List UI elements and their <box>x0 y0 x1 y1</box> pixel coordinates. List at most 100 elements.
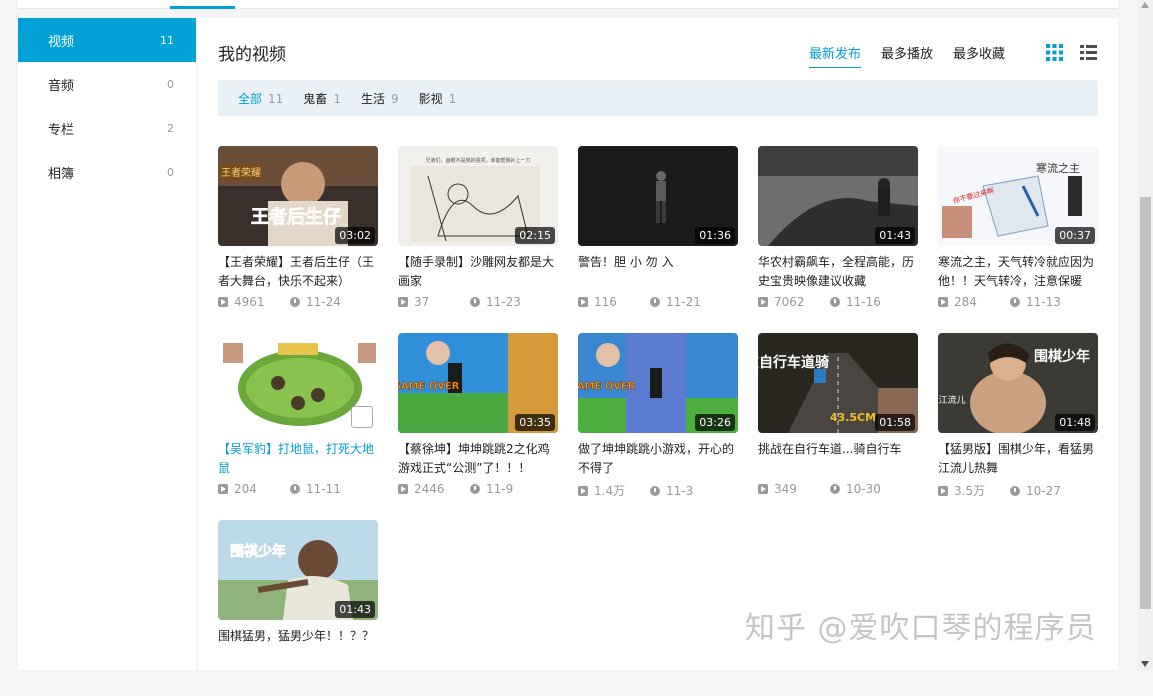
video-thumbnail[interactable]: 围棋少年 01:43 <box>218 520 378 620</box>
sidebar-item-audio[interactable]: 音频 0 <box>18 62 196 106</box>
filter-label: 影视 <box>418 91 443 106</box>
play-count-icon <box>578 297 588 307</box>
clock-icon <box>290 484 300 494</box>
play-count: 204 <box>234 482 257 496</box>
play-count-icon <box>938 485 948 496</box>
video-thumbnail[interactable]: 兄弟们，画眼不是我的强项，谁能帮我补上一刀 02:15 <box>398 146 558 246</box>
play-count-icon <box>758 484 768 494</box>
upload-date: 11-21 <box>666 295 701 309</box>
sidebar-item-article[interactable]: 专栏 2 <box>18 106 196 150</box>
sidebar-item-label: 专栏 <box>48 122 75 138</box>
play-count: 7062 <box>774 295 805 309</box>
filter-life[interactable]: 生活 9 <box>361 90 399 107</box>
filter-label: 鬼畜 <box>303 91 328 106</box>
video-title[interactable]: 【王者荣耀】王者后生仔（王者大舞台，快乐不起来） <box>218 253 378 291</box>
filter-film[interactable]: 影视 1 <box>419 90 457 107</box>
grid-icon[interactable] <box>1046 44 1063 61</box>
video-duration: 03:35 <box>515 414 555 431</box>
play-count: 284 <box>954 295 977 309</box>
video-thumbnail[interactable]: 寒流之主 你不要过来啊 00:37 <box>938 146 1098 246</box>
video-thumbnail[interactable]: 01:43 <box>758 146 918 246</box>
upload-date: 11-24 <box>306 295 341 309</box>
sort-latest[interactable]: 最新发布 <box>809 43 862 68</box>
thumbnail-caption: GAME OVER <box>578 381 636 392</box>
video-duration: 01:48 <box>1055 414 1095 431</box>
sidebar-item-label: 音频 <box>48 78 75 94</box>
clock-icon <box>1010 297 1020 307</box>
clock-icon <box>1010 485 1020 496</box>
thumbnail-caption: 围棋少年 <box>1034 348 1090 365</box>
list-icon[interactable] <box>1080 44 1097 61</box>
play-count-icon <box>218 297 228 307</box>
filter-count: 1 <box>448 91 457 106</box>
scroll-up-icon[interactable] <box>1141 2 1149 8</box>
sort-most-played[interactable]: 最多播放 <box>881 43 933 68</box>
video-thumbnail[interactable]: 挑战在自行车道骑 43.5CM 01:58 <box>758 333 918 433</box>
play-count: 1.4万 <box>594 484 626 498</box>
video-duration: 00:37 <box>1055 227 1095 244</box>
sidebar-item-label: 视频 <box>48 34 75 50</box>
video-thumbnail[interactable]: GAME OVER 03:26 <box>578 333 738 433</box>
video-thumbnail[interactable] <box>218 333 378 433</box>
play-count: 4961 <box>234 295 265 309</box>
page-title: 我的视频 <box>218 45 286 65</box>
sidebar-item-album[interactable]: 相簿 0 <box>18 150 196 194</box>
video-card: GAME OVER 03:26 做了坤坤跳跳小游戏，开心的不得了 1.4万 11-… <box>578 333 738 509</box>
video-duration: 01:43 <box>875 227 915 244</box>
video-title[interactable]: 【随手录制】沙雕网友都是大画家 <box>398 253 558 291</box>
play-count: 37 <box>414 295 430 309</box>
sidebar: 视频 11 音频 0 专栏 2 相簿 0 <box>18 18 196 670</box>
play-count-icon <box>398 484 408 494</box>
filter-label: 全部 <box>238 91 263 106</box>
scrollbar-thumb[interactable] <box>1140 197 1151 609</box>
video-duration: 02:15 <box>515 227 555 244</box>
sort-most-favorited[interactable]: 最多收藏 <box>953 43 1005 68</box>
video-title[interactable]: 【吴军豹】打地鼠，打死大地鼠 <box>218 440 378 478</box>
video-title[interactable]: 做了坤坤跳跳小游戏，开心的不得了 <box>578 440 738 478</box>
upload-date: 10-30 <box>846 482 881 496</box>
scroll-down-icon[interactable] <box>1141 661 1149 667</box>
video-card: 兄弟们，画眼不是我的强项，谁能帮我补上一刀 02:15 【随手录制】沙雕网友都是… <box>398 146 558 322</box>
video-duration: 01:58 <box>875 414 915 431</box>
video-title[interactable]: 警告！胆 小 勿 入 <box>578 253 738 291</box>
sidebar-item-count: 2 <box>167 121 174 135</box>
video-thumbnail[interactable]: 围棋少年 江流儿 01:48 <box>938 333 1098 433</box>
clock-icon <box>830 297 840 307</box>
clock-icon <box>830 484 840 494</box>
video-thumbnail[interactable]: 王者荣耀 王者后生仔 03:02 <box>218 146 378 246</box>
video-title[interactable]: 寒流之主，天气转冷就应因为他！！天气转冷，注意保暖 <box>938 253 1098 291</box>
clock-icon <box>470 297 480 307</box>
upload-date: 11-16 <box>846 295 881 309</box>
scrollbar[interactable] <box>1138 0 1153 670</box>
upload-date: 10-27 <box>1026 483 1061 498</box>
video-title[interactable]: 挑战在自行车道...骑自行车 <box>758 440 918 478</box>
video-thumbnail[interactable]: GAME OVER 03:35 <box>398 333 558 433</box>
video-title[interactable]: 【猛男版】围棋少年，看猛男江流儿热舞 <box>938 440 1098 478</box>
sidebar-item-count: 0 <box>167 77 174 91</box>
sidebar-item-count: 0 <box>167 165 174 179</box>
watermark: 知乎 @爱吹口琴的程序员 <box>745 611 1097 646</box>
video-title[interactable]: 华农村霸飙车，全程高能，历史宝贵映像建议收藏 <box>758 253 918 291</box>
main-panel: 我的视频 最新发布 最多播放 最多收藏 全部 11 鬼畜 1 生活 9 影视 1 王者荣… <box>198 18 1118 670</box>
upload-date: 11-11 <box>306 482 341 496</box>
play-count-icon <box>398 297 408 307</box>
watch-later-icon[interactable] <box>351 406 373 428</box>
filter-all[interactable]: 全部 11 <box>238 90 283 107</box>
filter-count: 1 <box>333 91 341 106</box>
sidebar-item-label: 相簿 <box>48 166 75 182</box>
video-card: GAME OVER 03:35 【蔡徐坤】坤坤跳跳2之化鸡游戏正式“公测”了！！… <box>398 333 558 509</box>
video-duration: 01:43 <box>335 601 375 618</box>
video-duration: 03:26 <box>695 414 735 431</box>
top-tab-bar <box>18 0 1118 9</box>
sidebar-item-count: 11 <box>160 33 174 47</box>
clock-icon <box>650 485 660 496</box>
video-title[interactable]: 【蔡徐坤】坤坤跳跳2之化鸡游戏正式“公测”了！！！ <box>398 440 558 478</box>
video-thumbnail[interactable]: 01:36 <box>578 146 738 246</box>
thumbnail-caption: 兄弟们，画眼不是我的强项，谁能帮我补上一刀 <box>425 157 530 164</box>
play-count-icon <box>938 297 948 307</box>
thumbnail-caption: 寒流之主 <box>1036 161 1080 175</box>
filter-kichiku[interactable]: 鬼畜 1 <box>303 90 341 107</box>
play-count: 2446 <box>414 482 445 496</box>
video-title[interactable]: 围棋猛男，猛男少年！！？？ <box>218 627 378 665</box>
sidebar-item-video[interactable]: 视频 11 <box>18 18 196 62</box>
